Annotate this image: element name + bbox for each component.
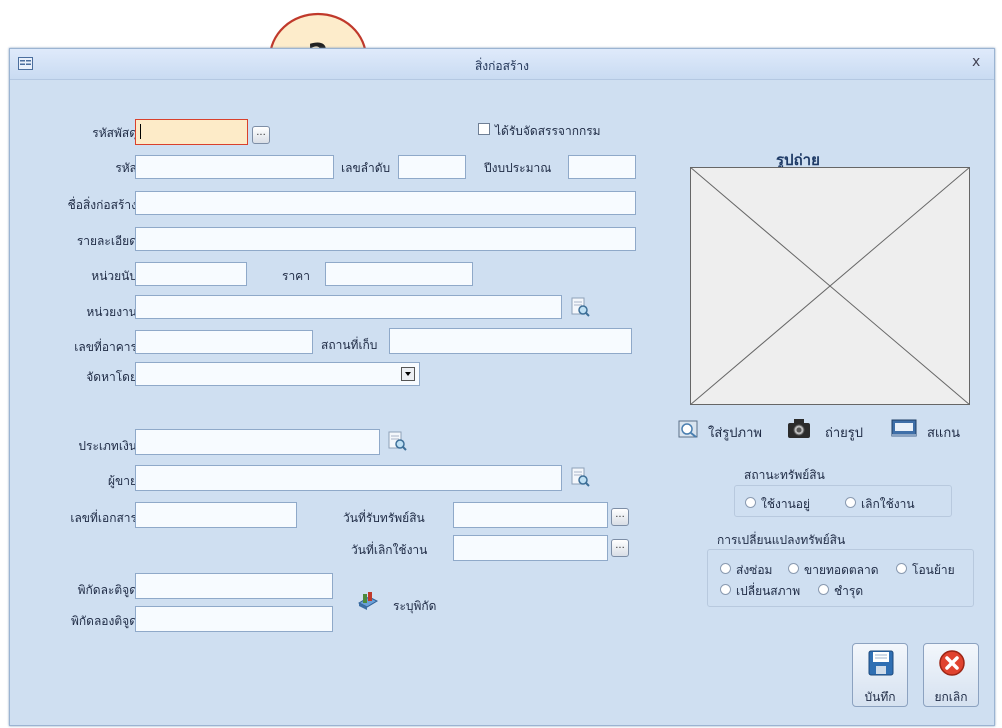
camera-icon[interactable]	[787, 417, 811, 439]
save-button-label: บันทึก	[864, 690, 896, 704]
cancel-button-label: ยกเลิก	[934, 690, 968, 704]
add-image-label[interactable]: ใส่รูปภาพ	[708, 422, 762, 443]
asset-change-title: การเปลี่ยนแปลงทรัพย์สิน	[717, 533, 846, 547]
procured-by-select[interactable]	[135, 362, 420, 386]
building-name-input[interactable]	[135, 191, 636, 215]
radio-transfer-label: โอนย้าย	[912, 563, 955, 577]
scan-label[interactable]: สแกน	[927, 422, 960, 443]
code-label: รหัส	[115, 161, 137, 175]
close-icon[interactable]: x	[972, 54, 980, 70]
department-input[interactable]	[135, 295, 562, 319]
take-photo-label[interactable]: ถ่ายรูป	[825, 422, 863, 443]
allocated-checkbox-label: ได้รับจัดสรรจากกรม	[495, 124, 601, 138]
cancel-button[interactable]: ยกเลิก	[923, 643, 979, 707]
add-image-icon[interactable]	[678, 420, 698, 438]
code-input[interactable]	[135, 155, 334, 179]
detail-input[interactable]	[135, 227, 636, 251]
receive-date-label: วันที่รับทรัพย์สิน	[343, 511, 425, 525]
seq-label: เลขลำดับ	[341, 161, 391, 175]
money-type-input[interactable]	[135, 429, 380, 455]
scanner-icon[interactable]	[891, 417, 917, 439]
photo-placeholder	[690, 167, 970, 405]
building-no-input[interactable]	[135, 330, 313, 354]
longitude-label: พิกัดลองติจูด	[70, 614, 137, 628]
doc-no-input[interactable]	[135, 502, 297, 528]
map-locate-icon[interactable]	[357, 591, 379, 611]
seller-input[interactable]	[135, 465, 562, 491]
latitude-label: พิกัดละติจูด	[77, 583, 137, 597]
asset-status-title: สถานะทรัพย์สิน	[744, 468, 825, 482]
save-button[interactable]: บันทึก	[852, 643, 908, 707]
floppy-disk-icon	[868, 650, 894, 676]
department-label: หน่วยงาน	[86, 305, 137, 319]
radio-damaged-label: ชำรุด	[834, 584, 864, 598]
radio-in-use[interactable]	[745, 497, 756, 508]
building-no-label: เลขที่อาคาร	[74, 340, 137, 354]
radio-damaged[interactable]	[818, 584, 829, 595]
unit-label: หน่วยนับ	[91, 269, 137, 283]
radio-auction[interactable]	[788, 563, 799, 574]
storage-input[interactable]	[389, 328, 632, 354]
department-lookup-icon[interactable]	[570, 297, 590, 317]
radio-retired-label: เลิกใช้งาน	[861, 497, 915, 511]
cancel-x-icon	[939, 650, 965, 676]
material-code-input[interactable]	[135, 119, 248, 145]
retire-date-label: วันที่เลิกใช้งาน	[351, 543, 428, 557]
receive-date-input[interactable]	[453, 502, 608, 528]
money-type-label: ประเภทเงิน	[78, 439, 137, 453]
locate-label[interactable]: ระบุพิกัด	[393, 597, 436, 616]
window-title: สิ่งก่อสร้าง	[474, 59, 530, 73]
unit-input[interactable]	[135, 262, 247, 286]
radio-change-condition-label: เปลี่ยนสภาพ	[736, 584, 801, 598]
latitude-input[interactable]	[135, 573, 333, 599]
radio-retired[interactable]	[845, 497, 856, 508]
retire-date-picker-button[interactable]: ...	[611, 539, 629, 557]
storage-label: สถานที่เก็บ	[321, 338, 378, 352]
browse-button[interactable]: ...	[252, 126, 270, 144]
detail-label: รายละเอียด	[76, 234, 137, 248]
budget-year-label: ปีงบประมาณ	[484, 161, 552, 175]
dialog-window: สิ่งก่อสร้าง x รหัสพัสดุ ... ได้รับจัดสร…	[9, 48, 995, 726]
procured-by-label: จัดหาโดย	[86, 370, 137, 384]
radio-in-use-label: ใช้งานอยู่	[761, 497, 811, 511]
radio-repair-label: ส่งซ่อม	[736, 563, 773, 577]
receive-date-picker-button[interactable]: ...	[611, 508, 629, 526]
retire-date-input[interactable]	[453, 535, 608, 561]
allocated-checkbox[interactable]	[478, 123, 490, 135]
seller-label: ผู้ขาย	[107, 474, 137, 488]
radio-repair[interactable]	[720, 563, 731, 574]
chevron-down-icon[interactable]	[401, 367, 415, 381]
building-name-label: ชื่อสิ่งก่อสร้าง	[67, 198, 137, 212]
radio-transfer[interactable]	[896, 563, 907, 574]
doc-no-label: เลขที่เอกสาร	[70, 511, 137, 525]
money-type-lookup-icon[interactable]	[387, 431, 407, 451]
price-input[interactable]	[325, 262, 473, 286]
seq-input[interactable]	[398, 155, 466, 179]
radio-auction-label: ขายทอดตลาด	[804, 563, 879, 577]
title-bar: สิ่งก่อสร้าง x	[10, 49, 994, 80]
budget-year-input[interactable]	[568, 155, 636, 179]
radio-change-condition[interactable]	[720, 584, 731, 595]
seller-lookup-icon[interactable]	[570, 467, 590, 487]
longitude-input[interactable]	[135, 606, 333, 632]
text-caret	[140, 124, 141, 139]
price-label: ราคา	[282, 269, 310, 283]
material-code-label: รหัสพัสดุ	[92, 126, 137, 140]
